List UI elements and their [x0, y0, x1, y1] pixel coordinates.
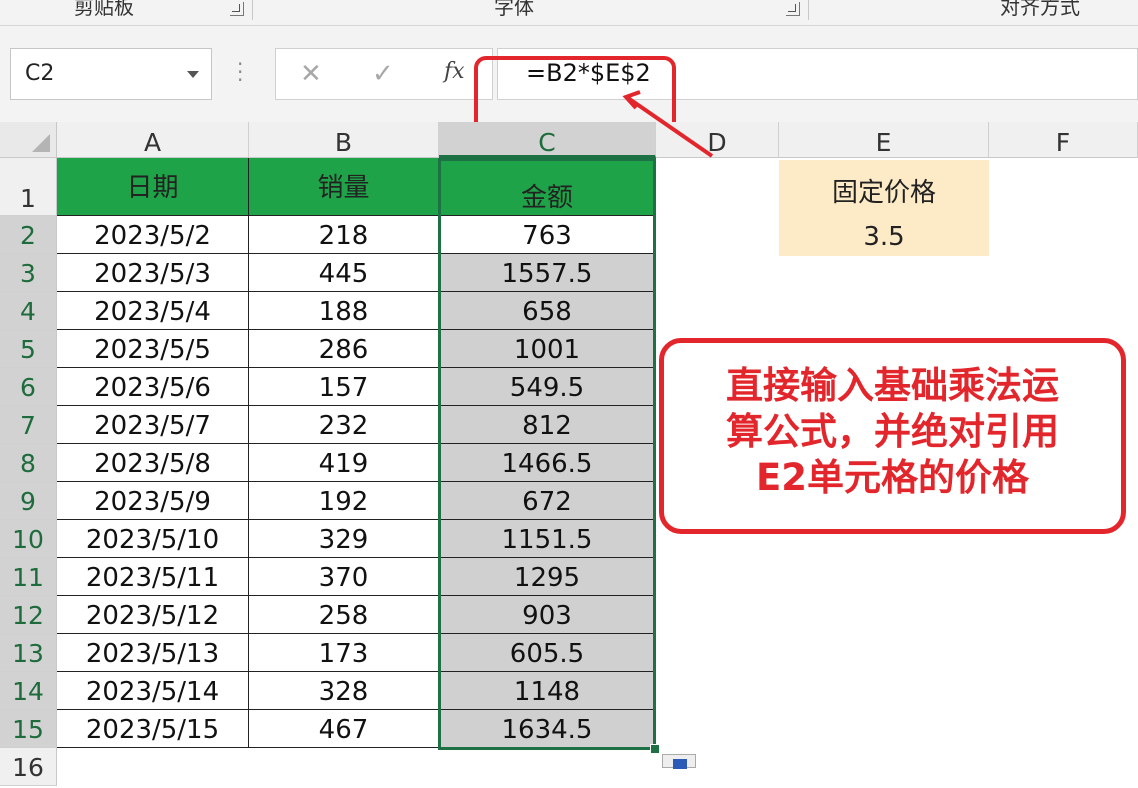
callout-line: 直接输入基础乘法运 [726, 364, 1059, 407]
callout-line: 算公式，并绝对引用 [726, 410, 1059, 453]
annotation-callout: 直接输入基础乘法运 算公式，并绝对引用 E2单元格的价格 [659, 338, 1126, 534]
callout-text: 直接输入基础乘法运 算公式，并绝对引用 E2单元格的价格 [676, 363, 1109, 501]
callout-line: E2单元格的价格 [755, 456, 1030, 499]
